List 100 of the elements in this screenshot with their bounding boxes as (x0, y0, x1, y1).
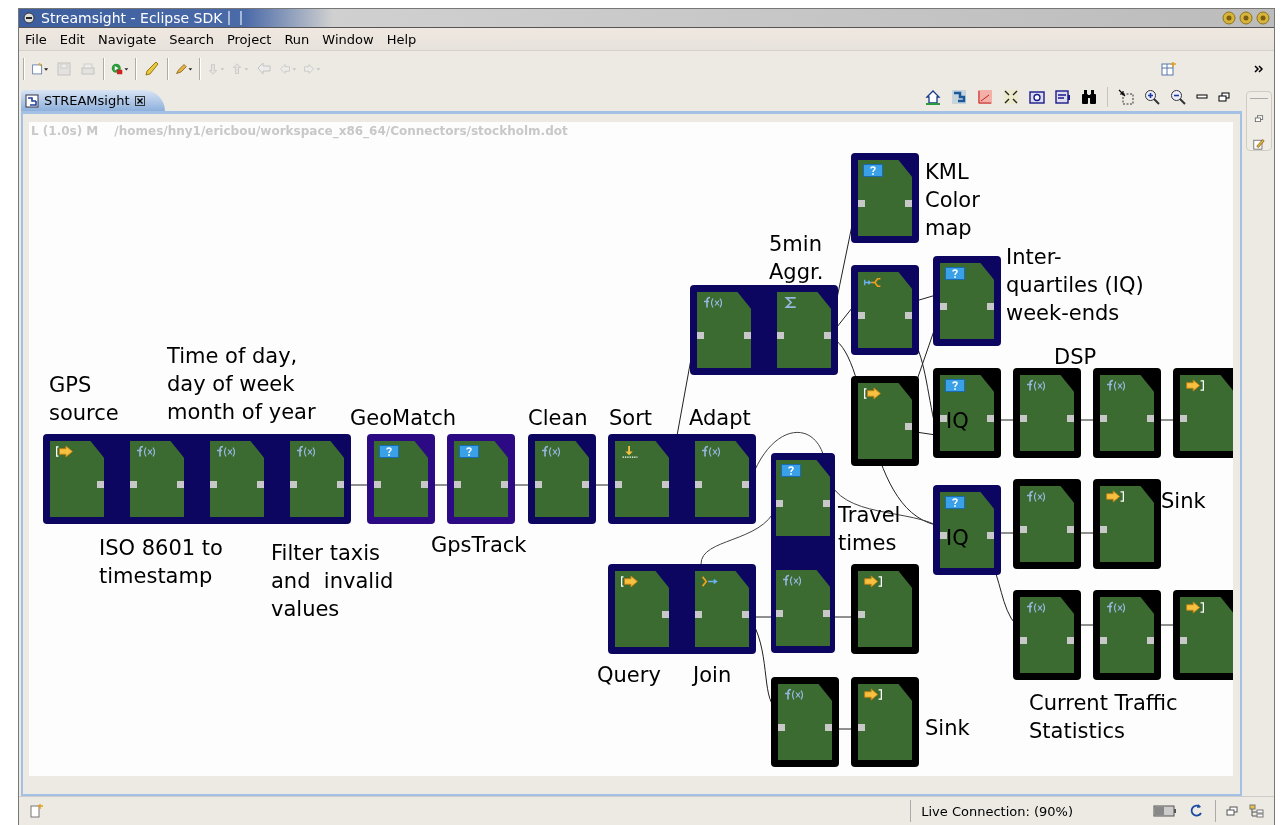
hierarchy-icon[interactable] (1248, 803, 1266, 819)
menu-item[interactable]: Help (386, 31, 417, 47)
operator-block[interactable] (777, 292, 831, 368)
operator-block[interactable] (1020, 597, 1074, 673)
edit-icon[interactable] (1251, 138, 1267, 150)
pen-icon[interactable] (175, 61, 193, 77)
operator-group[interactable] (528, 434, 596, 524)
port-marker[interactable] (177, 481, 184, 488)
window-menu-icon[interactable] (23, 12, 35, 24)
port-marker[interactable] (905, 423, 912, 430)
operator-block[interactable] (858, 272, 912, 348)
operator-block[interactable] (940, 263, 994, 339)
port-marker[interactable] (337, 481, 344, 488)
operator-group[interactable] (1093, 590, 1161, 680)
operator-group[interactable] (851, 677, 919, 767)
window-icon[interactable] (1055, 89, 1071, 105)
port-marker[interactable] (987, 415, 994, 422)
operator-block[interactable] (858, 383, 912, 459)
open-perspective-icon[interactable] (1160, 61, 1178, 77)
operator-block[interactable] (1020, 375, 1074, 451)
operator-block[interactable] (695, 571, 749, 647)
operator-block[interactable] (130, 441, 184, 517)
new-file-icon[interactable] (31, 61, 49, 77)
camera-icon[interactable] (1029, 89, 1045, 105)
port-marker[interactable] (858, 312, 865, 319)
menu-item[interactable]: Edit (59, 31, 85, 47)
port-marker[interactable] (823, 500, 830, 507)
operator-block[interactable] (615, 441, 669, 517)
port-marker[interactable] (454, 481, 461, 488)
port-marker[interactable] (940, 415, 947, 422)
close-icon[interactable] (134, 95, 145, 106)
operator-group[interactable] (447, 434, 515, 524)
menu-item[interactable]: Window (322, 31, 374, 47)
operator-block[interactable] (210, 441, 264, 517)
operator-group[interactable] (608, 564, 756, 654)
port-marker[interactable] (1100, 637, 1107, 644)
operator-block[interactable] (290, 441, 344, 517)
new-item-icon[interactable] (27, 803, 45, 819)
port-marker[interactable] (1020, 526, 1027, 533)
operator-block[interactable] (776, 570, 830, 646)
port-marker[interactable] (695, 481, 702, 488)
port-marker[interactable] (535, 481, 542, 488)
port-marker[interactable] (582, 481, 589, 488)
operator-group[interactable] (690, 285, 838, 375)
port-marker[interactable] (1067, 526, 1074, 533)
chevron-icon[interactable] (1254, 65, 1264, 73)
operator-block[interactable] (858, 684, 912, 760)
chart-icon[interactable] (977, 89, 993, 105)
port-marker[interactable] (695, 611, 702, 618)
port-marker[interactable] (905, 200, 912, 207)
operator-block[interactable] (374, 441, 428, 517)
operator-block[interactable] (695, 441, 749, 517)
run-icon[interactable] (111, 61, 129, 77)
port-marker[interactable] (777, 332, 784, 339)
port-marker[interactable] (742, 481, 749, 488)
port-marker[interactable] (987, 303, 994, 310)
port-marker[interactable] (257, 481, 264, 488)
port-marker[interactable] (1100, 526, 1107, 533)
restore-icon[interactable] (1226, 806, 1238, 816)
operator-block[interactable] (1100, 375, 1154, 451)
menu-item[interactable]: File (25, 31, 47, 47)
home-icon[interactable] (925, 89, 941, 105)
operator-block[interactable] (1180, 375, 1233, 451)
operator-block[interactable] (454, 441, 508, 517)
menu-item[interactable]: Project (226, 31, 272, 47)
operator-group[interactable] (1013, 368, 1081, 458)
operator-group[interactable] (851, 376, 919, 466)
operator-group[interactable] (1093, 368, 1161, 458)
restore-icon[interactable] (1253, 114, 1265, 123)
port-marker[interactable] (1100, 415, 1107, 422)
port-marker[interactable] (824, 332, 831, 339)
port-marker[interactable] (1067, 415, 1074, 422)
port-marker[interactable] (210, 481, 217, 488)
operator-block[interactable] (1180, 597, 1233, 673)
layout-icon[interactable] (951, 89, 967, 105)
operator-group[interactable] (771, 453, 835, 653)
port-marker[interactable] (778, 724, 785, 731)
operator-block[interactable] (1100, 597, 1154, 673)
operator-group[interactable] (43, 434, 351, 524)
operator-block[interactable] (50, 441, 104, 517)
operator-group[interactable] (851, 153, 919, 243)
port-marker[interactable] (823, 610, 830, 617)
port-marker[interactable] (374, 481, 381, 488)
operator-block[interactable] (778, 684, 832, 760)
operator-block[interactable] (1020, 486, 1074, 562)
minimize-icon[interactable] (1196, 92, 1208, 102)
port-marker[interactable] (1020, 415, 1027, 422)
operator-block[interactable] (1100, 486, 1154, 562)
port-marker[interactable] (744, 332, 751, 339)
port-marker[interactable] (1020, 637, 1027, 644)
port-marker[interactable] (742, 611, 749, 618)
operator-group[interactable] (1013, 590, 1081, 680)
port-marker[interactable] (1147, 637, 1154, 644)
operator-group[interactable] (851, 265, 919, 355)
port-marker[interactable] (130, 481, 137, 488)
port-marker[interactable] (825, 724, 832, 731)
port-marker[interactable] (421, 481, 428, 488)
operator-block[interactable] (858, 571, 912, 647)
operator-block[interactable] (615, 571, 669, 647)
port-marker[interactable] (501, 481, 508, 488)
